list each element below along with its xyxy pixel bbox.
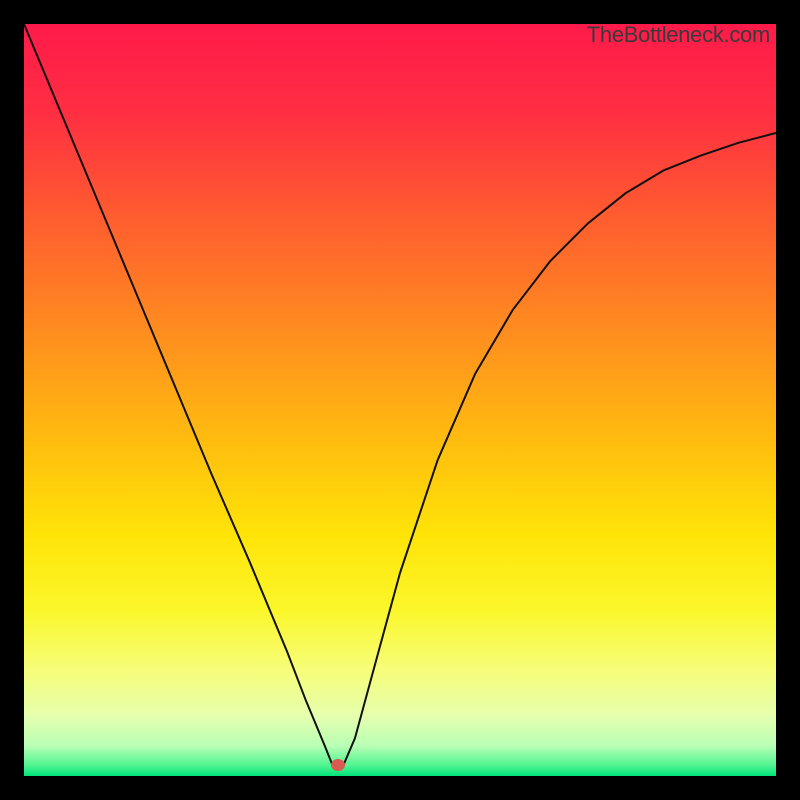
watermark-label: TheBottleneck.com bbox=[587, 24, 770, 48]
chart-frame: TheBottleneck.com bbox=[0, 0, 800, 800]
chart-plot-area: TheBottleneck.com bbox=[24, 24, 776, 776]
bottleneck-curve bbox=[24, 24, 776, 776]
curve-min-marker-icon bbox=[331, 759, 345, 771]
